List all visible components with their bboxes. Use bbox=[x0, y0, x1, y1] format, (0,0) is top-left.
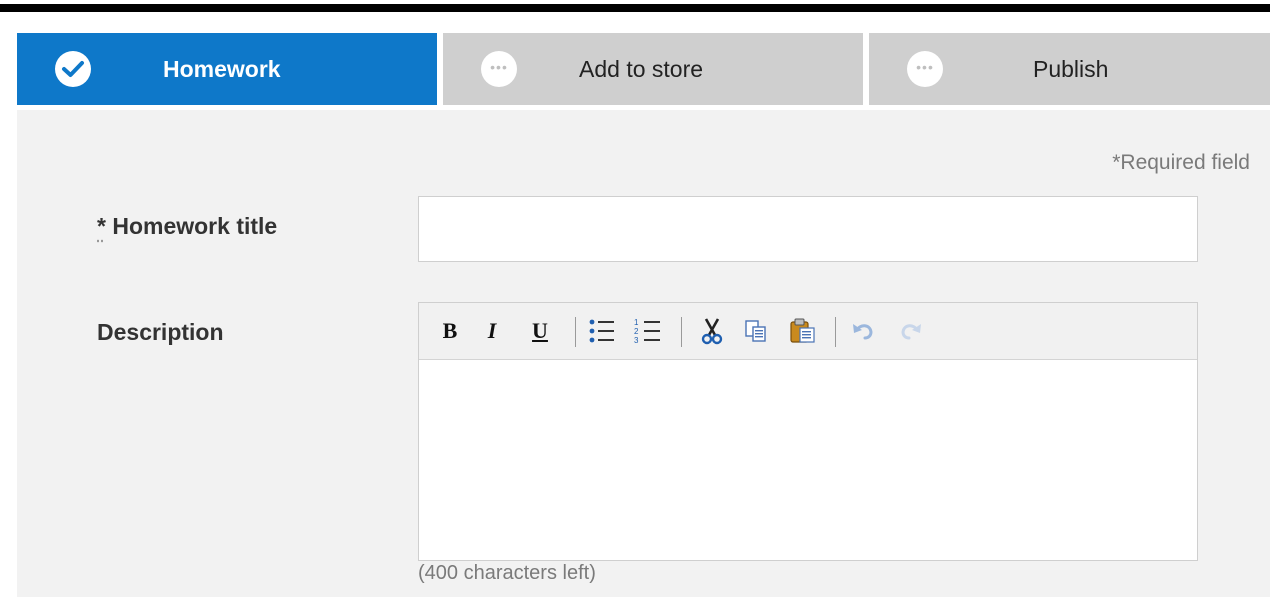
step-label: Homework bbox=[163, 56, 281, 82]
step-label: Publish bbox=[1033, 56, 1109, 82]
svg-text:3: 3 bbox=[634, 336, 639, 345]
copy-icon bbox=[745, 320, 766, 342]
dots-icon: ••• bbox=[481, 51, 517, 87]
description-editor: B I U 1 2 3 bbox=[418, 302, 1198, 561]
redo-icon bbox=[901, 324, 921, 340]
bulleted-list-icon bbox=[589, 319, 614, 343]
homework-form: *Required field * Homework title Descrip… bbox=[17, 110, 1270, 597]
dots-icon: ••• bbox=[907, 51, 943, 87]
bulleted-list-button[interactable] bbox=[587, 317, 617, 345]
check-icon bbox=[55, 51, 91, 87]
italic-button[interactable]: I bbox=[479, 317, 505, 345]
required-asterisk: * bbox=[97, 213, 106, 239]
svg-text:1: 1 bbox=[634, 318, 639, 327]
redo-button[interactable] bbox=[897, 317, 925, 345]
editor-toolbar: B I U 1 2 3 bbox=[419, 303, 1197, 360]
undo-button[interactable] bbox=[849, 317, 877, 345]
toolbar-separator bbox=[681, 317, 682, 347]
step-homework[interactable]: Homework bbox=[17, 33, 437, 105]
description-label: Description bbox=[97, 319, 224, 345]
characters-left: (400 characters left) bbox=[418, 562, 596, 584]
underline-button[interactable]: U bbox=[527, 317, 553, 345]
description-editor-area[interactable] bbox=[419, 360, 1197, 560]
homework-title-label-text: Homework title bbox=[112, 213, 278, 239]
scissors-icon bbox=[701, 318, 723, 345]
copy-button[interactable] bbox=[741, 317, 771, 345]
numbered-list-icon: 1 2 3 bbox=[634, 318, 660, 345]
paste-icon bbox=[790, 318, 815, 343]
homework-title-input[interactable] bbox=[418, 196, 1198, 262]
step-publish[interactable]: ••• Publish bbox=[869, 33, 1270, 105]
step-add-to-store[interactable]: ••• Add to store bbox=[443, 33, 863, 105]
svg-text:2: 2 bbox=[634, 327, 639, 336]
homework-title-label: * Homework title bbox=[97, 213, 277, 240]
bold-button[interactable]: B bbox=[437, 317, 463, 345]
paste-button[interactable] bbox=[787, 317, 819, 345]
numbered-list-button[interactable]: 1 2 3 bbox=[633, 317, 663, 345]
toolbar-separator bbox=[575, 317, 576, 347]
top-bar bbox=[0, 4, 1270, 12]
toolbar-separator bbox=[835, 317, 836, 347]
cut-button[interactable] bbox=[697, 317, 727, 345]
step-label: Add to store bbox=[579, 56, 704, 82]
wizard-steps: Homework ••• Add to store ••• Publish bbox=[17, 33, 1270, 105]
undo-icon bbox=[853, 324, 873, 340]
required-field-note: *Required field bbox=[1112, 151, 1250, 174]
